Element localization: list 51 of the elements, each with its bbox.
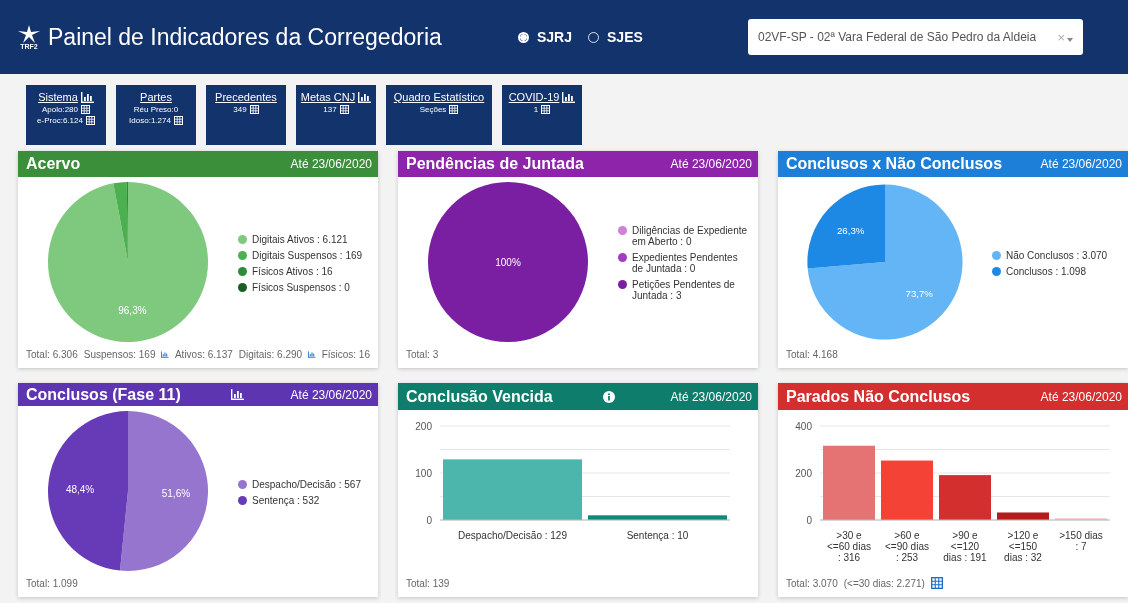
card-title: Conclusos (Fase 11) [26, 385, 181, 404]
slice-label: 100% [495, 257, 521, 268]
tile-value: Apolo:280 [42, 105, 78, 114]
tile-value: Réu Preso:0 [133, 105, 179, 114]
footer-stat: Total: 3.070 [786, 577, 838, 589]
card-title: Pendências de Juntada [406, 155, 584, 173]
axis-label: 400 [795, 421, 812, 432]
date-label: Até 23/06/2020 [290, 387, 372, 402]
tile-value: 349 [233, 105, 247, 114]
axis-label: 100 [415, 468, 432, 479]
axis-label: 0 [426, 515, 432, 526]
app-title: Painel de Indicadores da Corregedoria [48, 23, 443, 51]
axis-label: 200 [415, 421, 432, 432]
card-title: Parados Não Conclusos [786, 387, 971, 406]
date-label: Até 23/06/2020 [670, 389, 752, 404]
footer-stat: Total: 1.099 [26, 578, 78, 589]
slice-label: 73,7% [905, 288, 933, 300]
footer-stat: (<=30 dias: 2.271) [843, 577, 925, 589]
tile-value: 137 [323, 105, 337, 114]
axis-label: Sentença : 10 [626, 530, 689, 541]
footer-stat: Total: 139 [406, 578, 450, 589]
footer-stat: Ativos: 6.137 [174, 349, 233, 360]
date-label: Até 23/06/2020 [290, 157, 372, 171]
axis-label: >90 e <=120 dias : 191 [943, 530, 987, 563]
axis-label: 0 [806, 515, 812, 526]
tile-value: Seções [419, 105, 447, 114]
tile-value: 1 [533, 105, 539, 114]
slice-label: 96,3% [118, 304, 147, 316]
axis-label: Despacho/Decisão : 129 [458, 530, 567, 541]
footer-stat: Total: 6.306 [26, 349, 78, 360]
axis-label: >150 dias : 7 [1059, 530, 1103, 552]
date-label: Até 23/06/2020 [1040, 157, 1122, 171]
footer-stat: Total: 4.168 [786, 349, 838, 360]
footer-stat: Físicos: 16 [321, 349, 370, 360]
footer-stat: Total: 3 [406, 349, 439, 360]
slice-label: 51,6% [161, 488, 191, 500]
tile-value: Idoso:1.274 [129, 116, 171, 125]
axis-label: >120 e <=150 dias : 32 [1004, 530, 1042, 563]
slice-label: 26,3% [836, 225, 865, 237]
slice-label: 48,4% [65, 483, 95, 495]
tile-value: e-Proc:6.124 [37, 116, 83, 125]
date-label: Até 23/06/2020 [670, 157, 752, 171]
card-title: Conclusão Vencida [406, 387, 553, 406]
axis-label: 200 [795, 468, 812, 479]
axis-label: >30 e <=60 dias : 316 [827, 530, 871, 563]
axis-label: >60 e <=90 dias : 253 [885, 530, 929, 563]
footer-stat: Suspensos: 169 [83, 349, 156, 360]
footer-stat: Digitais: 6.290 [238, 349, 303, 360]
card-title: Conclusos x Não Conclusos [786, 155, 1003, 173]
card-title: Acervo [26, 155, 81, 173]
date-label: Até 23/06/2020 [1040, 389, 1122, 404]
